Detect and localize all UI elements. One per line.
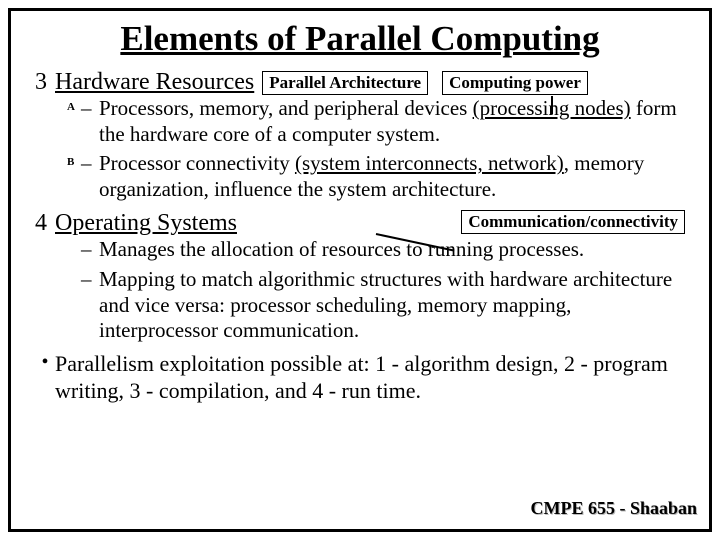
bullet-parallelism: • Parallelism exploitation possible at: …	[35, 350, 691, 405]
bullet-icon: •	[35, 350, 55, 405]
box-computing-power: Computing power	[442, 71, 588, 95]
blank-label	[67, 267, 81, 344]
section-3-heading: Hardware Resources	[55, 69, 254, 96]
section-4-number: 4	[29, 210, 47, 237]
dash-icon: –	[81, 267, 99, 344]
slide-frame: Elements of Parallel Computing 3 Hardwar…	[8, 8, 712, 532]
section-4-header: 4 Operating Systems Communication/connec…	[29, 210, 691, 237]
dash-icon: –	[81, 151, 99, 202]
slide-title: Elements of Parallel Computing	[29, 19, 691, 59]
footer-credit: CMPE 655 - Shaaban	[530, 498, 697, 519]
section-4-item-2: – Mapping to match algorithmic structure…	[67, 267, 683, 344]
item-1-text: Manages the allocation of resources to r…	[99, 237, 683, 263]
section-3-item-b: B – Processor connectivity (system inter…	[67, 151, 683, 202]
item-a-label: A	[67, 96, 81, 147]
dash-icon: –	[81, 96, 99, 147]
item-2-text: Mapping to match algorithmic structures …	[99, 267, 683, 344]
section-3-header: 3 Hardware Resources Parallel Architectu…	[29, 69, 691, 96]
blank-label	[67, 237, 81, 263]
item-a-pre: Processors, memory, and peripheral devic…	[99, 96, 473, 120]
bullet-text: Parallelism exploitation possible at: 1 …	[55, 350, 691, 405]
box-parallel-architecture: Parallel Architecture	[262, 71, 428, 95]
connector-line-1	[551, 96, 553, 114]
box-communication-connectivity: Communication/connectivity	[461, 210, 685, 234]
dash-icon: –	[81, 237, 99, 263]
section-4-heading: Operating Systems	[55, 210, 237, 237]
item-b-underline: (system interconnects, network)	[295, 151, 564, 175]
item-b-text: Processor connectivity (system interconn…	[99, 151, 683, 202]
section-3-item-a: A – Processors, memory, and peripheral d…	[67, 96, 683, 147]
section-4-item-1: – Manages the allocation of resources to…	[67, 237, 683, 263]
item-b-pre: Processor connectivity	[99, 151, 295, 175]
section-3-number: 3	[29, 69, 47, 96]
item-a-text: Processors, memory, and peripheral devic…	[99, 96, 683, 147]
item-b-label: B	[67, 151, 81, 202]
